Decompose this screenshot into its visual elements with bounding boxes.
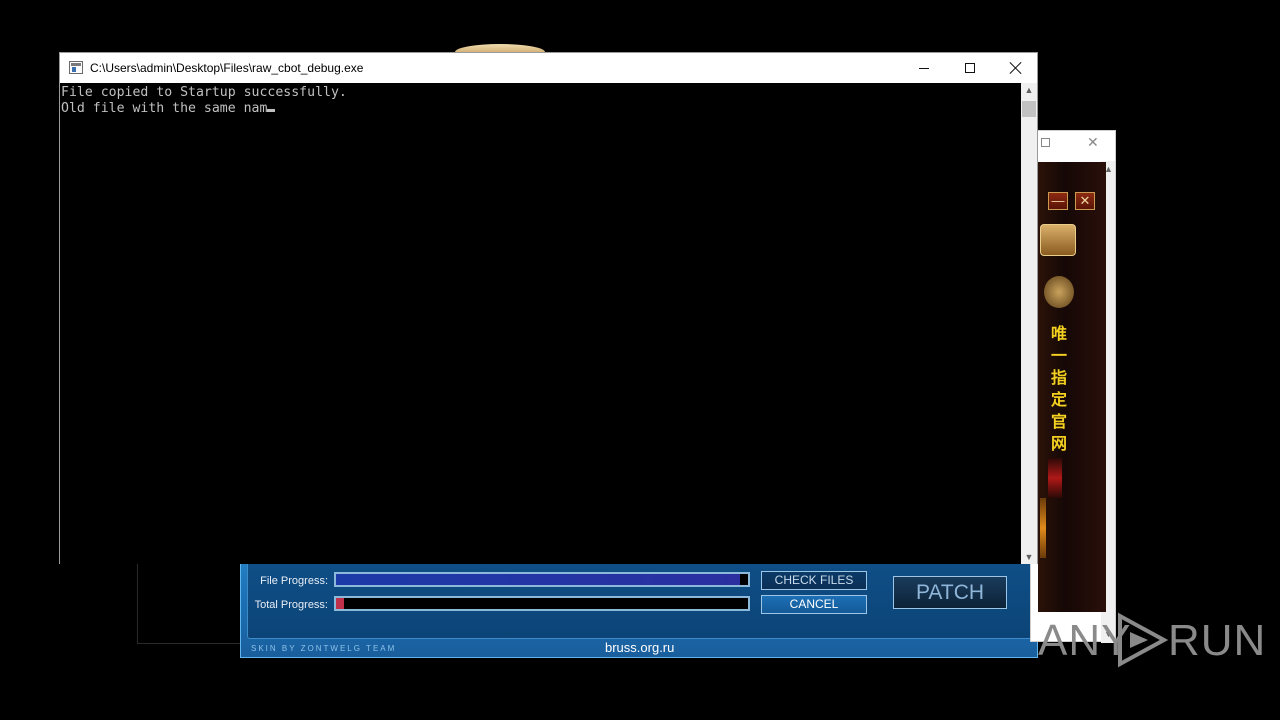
- dragon-emblem-icon: [1044, 276, 1074, 308]
- console-line: File copied to Startup successfully.: [61, 85, 347, 100]
- scroll-up-icon[interactable]: ▲: [1021, 85, 1037, 95]
- maximize-button[interactable]: [947, 53, 993, 83]
- maximize-icon: [965, 63, 975, 73]
- cancel-button[interactable]: CANCEL: [761, 595, 867, 614]
- console-app-icon: [69, 61, 83, 74]
- game-minimize-button[interactable]: —: [1048, 192, 1068, 210]
- scroll-down-icon[interactable]: ▼: [1021, 552, 1037, 562]
- console-scrollbar[interactable]: ▲ ▼: [1021, 83, 1037, 564]
- scrollbar-thumb[interactable]: [1022, 101, 1036, 117]
- window-title: C:\Users\admin\Desktop\Files\raw_cbot_de…: [90, 61, 364, 75]
- console-line-with-cursor: Old file with the same nam: [61, 101, 276, 117]
- site-link[interactable]: bruss.org.ru: [605, 640, 674, 655]
- close-button[interactable]: [993, 53, 1039, 83]
- file-progress-label: File Progress:: [260, 575, 328, 587]
- total-progress-fill: [336, 598, 345, 609]
- console-output[interactable]: File copied to Startup successfully. Old…: [60, 83, 1021, 564]
- close-icon: [1010, 62, 1022, 74]
- anyrun-watermark: ANY RUN: [1038, 608, 1265, 672]
- banner-char: 一: [1050, 346, 1067, 365]
- patch-button[interactable]: PATCH: [893, 576, 1007, 609]
- banner-char: 网: [1050, 434, 1067, 453]
- banner-char: 唯: [1050, 324, 1067, 343]
- banner-char: 官: [1050, 412, 1067, 431]
- game-gold-button[interactable]: [1040, 224, 1076, 256]
- minimize-icon: [919, 67, 929, 69]
- banner-char: 指: [1050, 368, 1067, 387]
- console-window: C:\Users\admin\Desktop\Files\raw_cbot_de…: [59, 52, 1038, 564]
- file-progress-fill: [336, 574, 740, 585]
- banner-char: 定: [1050, 390, 1067, 409]
- watermark-text-right: RUN: [1168, 616, 1267, 665]
- maximize-icon[interactable]: [1041, 138, 1050, 147]
- background-window: [137, 560, 249, 644]
- play-logo-icon: [1118, 612, 1169, 668]
- game-close-button[interactable]: ✕: [1075, 192, 1095, 210]
- minimize-button[interactable]: [901, 53, 947, 83]
- close-icon[interactable]: ✕: [1087, 134, 1099, 151]
- skin-credit: SKIN BY ZONTWELG TEAM: [251, 644, 397, 653]
- total-progress-label: Total Progress:: [254, 599, 328, 611]
- file-progress-bar: [334, 572, 750, 587]
- banner-decoration: [1048, 458, 1062, 498]
- console-titlebar[interactable]: C:\Users\admin\Desktop\Files\raw_cbot_de…: [60, 53, 1037, 83]
- check-files-button[interactable]: CHECK FILES: [761, 571, 867, 590]
- banner-decoration: [1040, 498, 1046, 558]
- total-progress-bar: [334, 596, 750, 611]
- text-cursor: [267, 109, 276, 112]
- console-line: Old file with the same nam: [61, 101, 268, 116]
